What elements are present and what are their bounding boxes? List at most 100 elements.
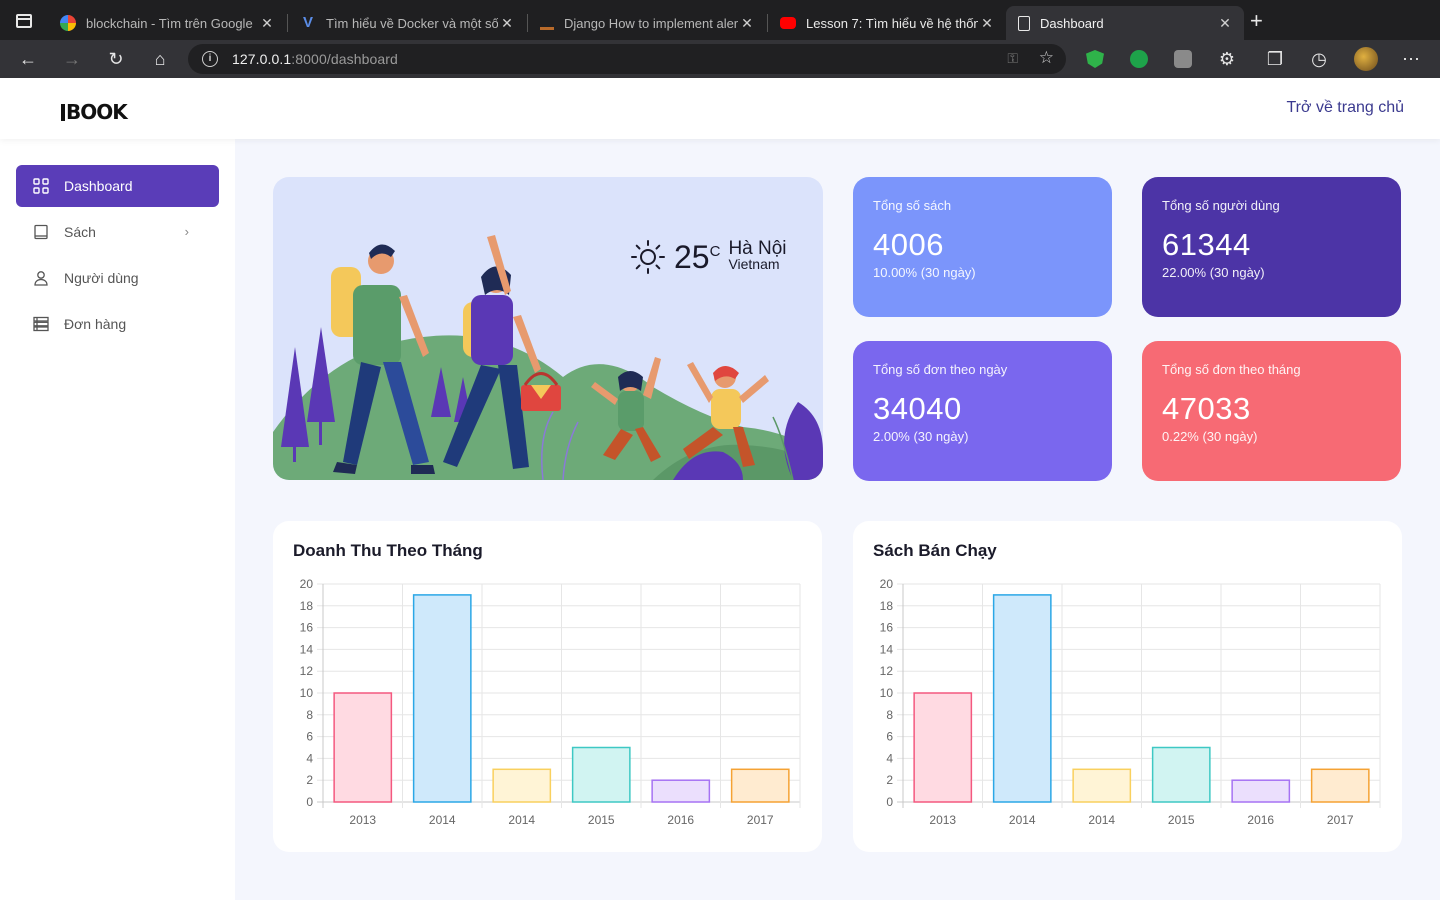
refresh-icon[interactable]: ↻ (105, 48, 127, 70)
close-icon[interactable]: ✕ (1216, 15, 1234, 32)
x-tick-label: 2014 (1009, 813, 1036, 827)
stat-change: 0.22% (30 ngày) (1162, 429, 1258, 444)
sidebar-item-books[interactable]: Sách › (16, 211, 219, 253)
y-tick-label: 8 (306, 708, 313, 722)
stat-change: 22.00% (30 ngày) (1162, 265, 1265, 280)
site-info-icon[interactable]: i (202, 51, 218, 67)
bar (913, 692, 973, 803)
country-name: Vietnam (728, 256, 780, 272)
x-tick-label: 2015 (1168, 813, 1195, 827)
y-tick-label: 4 (306, 751, 313, 765)
close-icon[interactable]: ✕ (978, 15, 996, 32)
stat-value: 4006 (873, 227, 944, 262)
bar (571, 746, 631, 803)
bar (1072, 768, 1132, 803)
stat-label: Tổng số đơn theo ngày (873, 362, 1008, 377)
back-icon[interactable]: ← (17, 48, 39, 70)
top-navbar: BOOK Trở về trang chủ (0, 78, 1440, 139)
chevron-right-icon: › (184, 224, 189, 239)
n-extension-icon[interactable] (1130, 50, 1148, 68)
temperature-value: 25 (674, 239, 710, 275)
browser-tab-youtube[interactable]: Lesson 7: Tìm hiểu về hệ thống ✕ (768, 6, 1006, 40)
x-tick-label: 2013 (349, 813, 376, 827)
collections-icon[interactable]: ❐ (1264, 48, 1286, 70)
x-tick-label: 2016 (667, 813, 694, 827)
bar (492, 768, 552, 803)
sidebar-item-dashboard[interactable]: Dashboard (16, 165, 219, 207)
bar (1231, 779, 1291, 803)
browser-tab-dashboard[interactable]: Dashboard ✕ (1006, 6, 1244, 40)
sidebar-item-orders[interactable]: Đơn hàng (16, 303, 219, 345)
y-tick-label: 0 (886, 795, 893, 809)
sidebar-item-users[interactable]: Người dùng (16, 257, 219, 299)
key-icon[interactable]: ⚿ (1007, 50, 1018, 67)
stat-value: 61344 (1162, 227, 1251, 262)
y-tick-label: 6 (886, 730, 893, 744)
sidebar-item-label: Dashboard (64, 178, 133, 194)
x-tick-label: 2017 (1327, 813, 1354, 827)
url-host: 127.0.0.1 (232, 51, 292, 67)
browser-tab-django[interactable]: Django How to implement alert ✕ (528, 6, 766, 40)
close-icon[interactable]: ✕ (258, 15, 276, 32)
y-tick-label: 8 (886, 708, 893, 722)
y-tick-label: 2 (886, 773, 893, 787)
y-tick-label: 12 (880, 664, 894, 678)
address-bar[interactable]: i 127.0.0.1:8000/dashboard ⚿ ☆ (188, 44, 1066, 74)
browser-tab-docker[interactable]: V Tìm hiểu về Docker và một số ✕ (288, 6, 526, 40)
y-tick-label: 6 (306, 730, 313, 744)
y-tick-label: 16 (880, 621, 894, 635)
url-path: :8000/dashboard (291, 51, 398, 67)
x-tick-label: 2014 (508, 813, 535, 827)
more-icon[interactable]: ⋯ (1400, 48, 1422, 70)
extensions-icon[interactable]: ⚙ (1216, 48, 1238, 70)
sidebar-item-label: Sách (64, 224, 96, 240)
profile-avatar[interactable] (1354, 47, 1378, 71)
logo[interactable]: BOOK (61, 100, 128, 124)
browser-tab-bar: blockchain - Tìm trên Google ✕ V Tìm hiể… (0, 0, 1440, 40)
sun-icon (630, 239, 666, 280)
stat-change: 10.00% (30 ngày) (873, 265, 976, 280)
y-tick-label: 10 (300, 686, 314, 700)
bar (1151, 746, 1211, 803)
browser-tab-google[interactable]: blockchain - Tìm trên Google ✕ (48, 6, 286, 40)
forward-icon[interactable]: → (61, 48, 83, 70)
y-tick-label: 14 (880, 642, 894, 656)
sidebar-item-label: Đơn hàng (64, 316, 127, 332)
location: Hà Nội Vietnam (728, 239, 786, 272)
home-link[interactable]: Trở về trang chủ (1287, 99, 1405, 117)
y-tick-label: 18 (880, 599, 894, 613)
url-text: 127.0.0.1:8000/dashboard (232, 51, 398, 67)
tab-title: Dashboard (1040, 15, 1104, 31)
new-tab-icon[interactable]: + (1250, 10, 1263, 32)
user-icon (32, 269, 50, 287)
tab-actions-icon[interactable] (16, 14, 32, 28)
stat-value: 34040 (873, 391, 962, 426)
y-tick-label: 20 (880, 577, 894, 591)
y-tick-label: 18 (300, 599, 314, 613)
copy-extension-icon[interactable] (1174, 50, 1192, 68)
x-tick-label: 2014 (1088, 813, 1115, 827)
shield-extension-icon[interactable] (1086, 50, 1104, 68)
stat-label: Tổng số người dùng (1162, 198, 1280, 213)
x-tick-label: 2016 (1247, 813, 1274, 827)
tab-title: Django How to implement alert (564, 15, 738, 31)
y-tick-label: 2 (306, 773, 313, 787)
bar (730, 768, 790, 803)
y-tick-label: 12 (300, 664, 314, 678)
stat-card-total-books: Tổng số sách 4006 10.00% (30 ngày) (853, 177, 1112, 317)
dashboard-page: BOOK Trở về trang chủ Dashboard Sách › N… (0, 78, 1440, 900)
bar (992, 594, 1052, 803)
viblo-icon: V (302, 14, 313, 31)
favorite-add-icon[interactable]: ☆ (1039, 48, 1054, 68)
history-icon[interactable]: ◷ (1308, 48, 1330, 70)
stat-value: 47033 (1162, 391, 1251, 426)
grid-icon (32, 177, 50, 195)
home-icon[interactable]: ⌂ (149, 48, 171, 70)
x-tick-label: 2013 (929, 813, 956, 827)
stat-card-daily-orders: Tổng số đơn theo ngày 34040 2.00% (30 ng… (853, 341, 1112, 481)
close-icon[interactable]: ✕ (498, 15, 516, 32)
close-icon[interactable]: ✕ (738, 15, 756, 32)
y-tick-label: 10 (880, 686, 894, 700)
tab-title: Tìm hiểu về Docker và một số (326, 15, 498, 31)
bestseller-bar-chart: 0 2 4 6 8 10 12 14 16 18 20 2013 2014 2014 2015 2016 201… (880, 577, 1381, 827)
